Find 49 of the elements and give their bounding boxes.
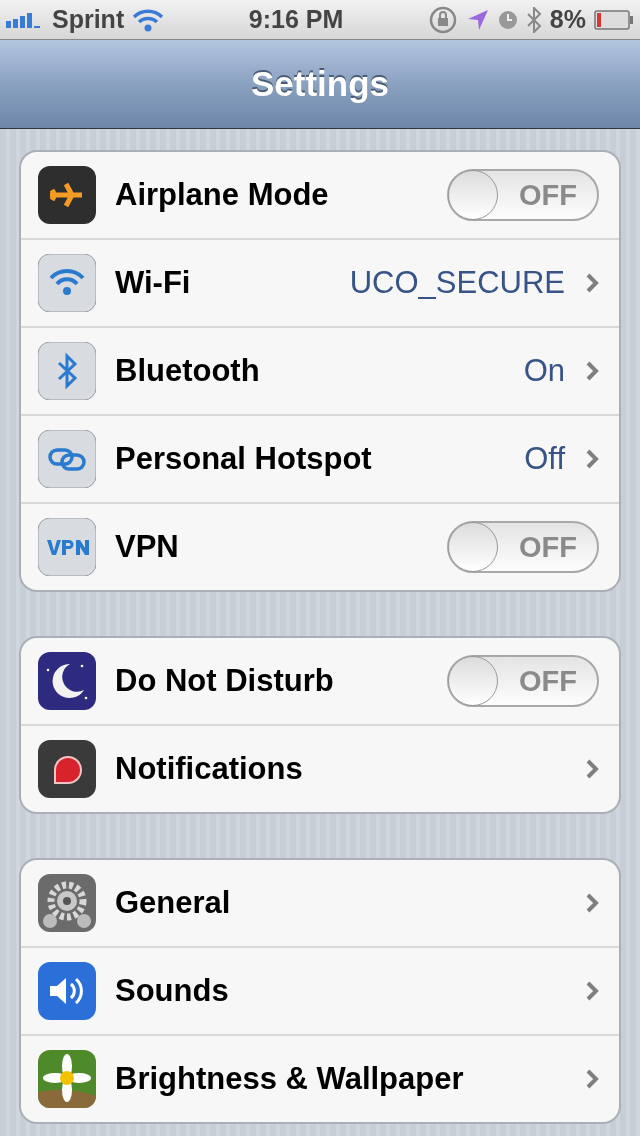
row-label: Wi-Fi (115, 265, 192, 301)
moon-icon (38, 652, 96, 710)
airplane-icon (38, 166, 96, 224)
chevron-icon (585, 892, 599, 914)
settings-row[interactable]: Do Not Disturb OFF (21, 638, 619, 724)
row-label: Airplane Mode (115, 177, 330, 213)
bluetooth-icon (525, 6, 542, 33)
vpn-icon (38, 518, 96, 576)
chevron-icon (585, 758, 599, 780)
chevron-icon (585, 360, 599, 382)
settings-row[interactable]: Notifications (21, 724, 619, 812)
carrier-name: Sprint (52, 5, 125, 34)
row-value: On (523, 353, 565, 389)
chevron-icon (585, 1068, 599, 1090)
clock-icon (497, 9, 518, 30)
battery-percent: 8% (549, 5, 586, 34)
row-label: Brightness & Wallpaper (115, 1061, 465, 1097)
row-label: Do Not Disturb (115, 663, 335, 699)
page-title: Settings (250, 64, 390, 104)
row-label: Notifications (115, 751, 304, 787)
gear-icon (38, 874, 96, 932)
status-time: 9:16 PM (248, 5, 344, 34)
bluetooth-icon (38, 342, 96, 400)
speaker-icon (38, 962, 96, 1020)
settings-row[interactable]: Sounds (21, 946, 619, 1034)
wifi-icon (38, 254, 96, 312)
row-value: Off (524, 441, 565, 477)
chevron-icon (585, 980, 599, 1002)
row-label: Sounds (115, 973, 230, 1009)
settings-row[interactable]: Personal Hotspot Off (21, 414, 619, 502)
chevron-icon (585, 272, 599, 294)
row-label: Personal Hotspot (115, 441, 373, 477)
settings-row[interactable]: General (21, 860, 619, 946)
settings-row[interactable]: Bluetooth On (21, 326, 619, 414)
wifi-icon (132, 7, 165, 32)
row-label: General (115, 885, 232, 921)
flower-icon (38, 1050, 96, 1108)
settings-row[interactable]: Airplane Mode OFF (21, 152, 619, 238)
chevron-icon (585, 448, 599, 470)
hotspot-icon (38, 430, 96, 488)
battery-icon (594, 9, 634, 30)
notifications-icon (38, 740, 96, 798)
settings-row[interactable]: Brightness & Wallpaper (21, 1034, 619, 1122)
row-label: Bluetooth (115, 353, 261, 389)
row-value: UCO_SECURE (349, 265, 565, 301)
row-label: VPN (115, 529, 180, 565)
settings-row[interactable]: VPN OFF (21, 502, 619, 590)
rotation-lock-icon (427, 4, 458, 35)
settings-row[interactable]: Wi-Fi UCO_SECURE (21, 238, 619, 326)
